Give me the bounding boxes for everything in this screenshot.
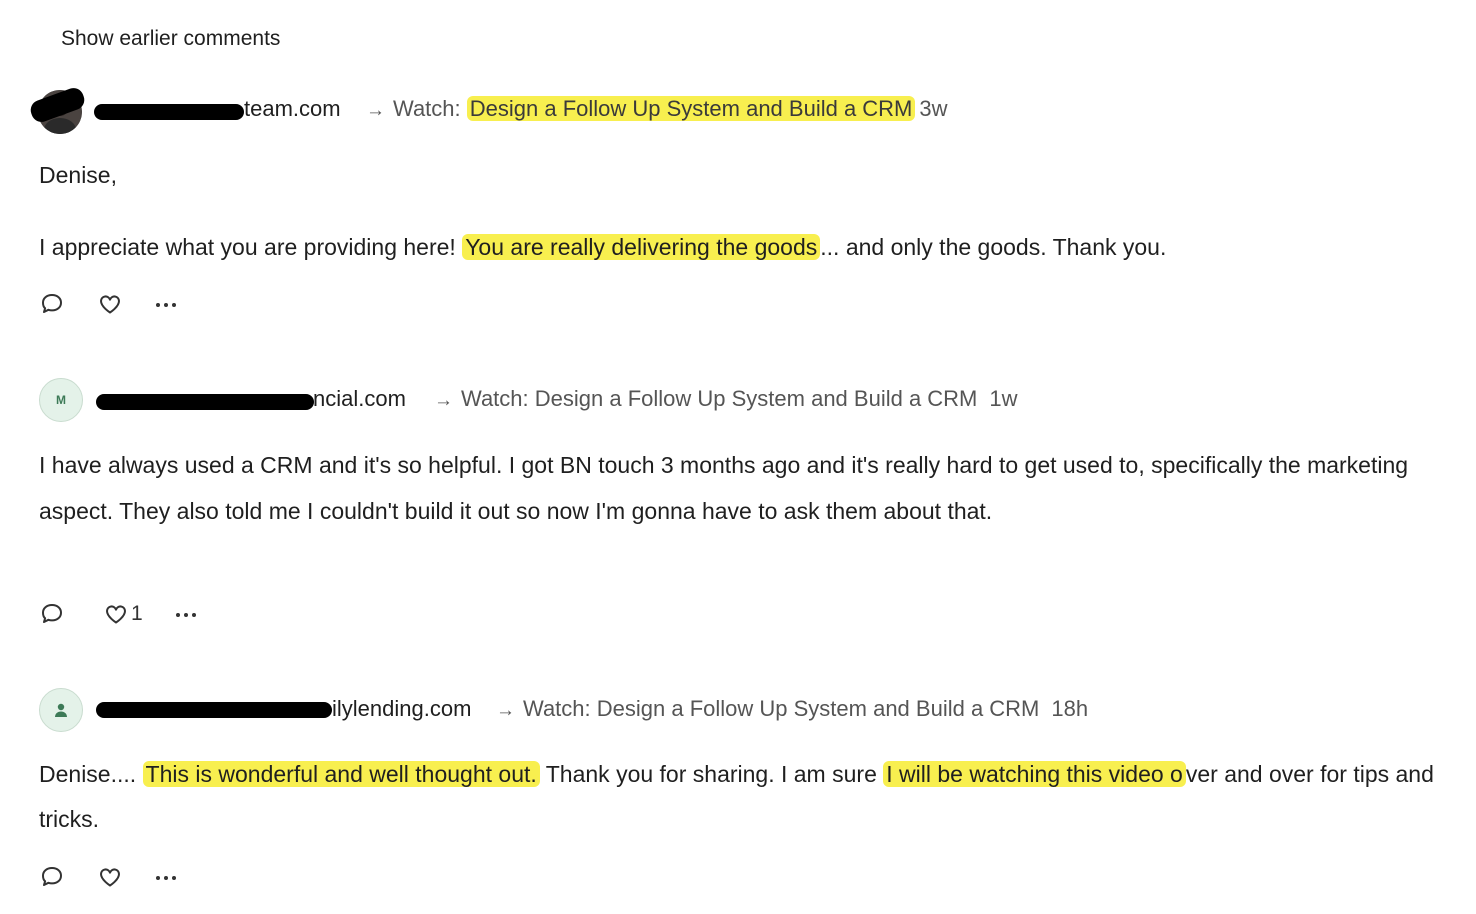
more-options-button[interactable] (153, 291, 179, 317)
reply-button[interactable] (39, 864, 65, 890)
watch-link[interactable]: → Watch: Design a Follow Up System and Bu… (496, 696, 1088, 722)
more-horizontal-icon (156, 303, 176, 307)
redacted-email (94, 104, 244, 120)
arrow-right-icon: → (366, 100, 385, 121)
show-earlier-comments-link[interactable]: Show earlier comments (61, 27, 280, 51)
more-horizontal-icon (156, 876, 176, 880)
heart-icon (100, 295, 120, 314)
text-segment: Thank you for sharing. I am su (539, 761, 857, 787)
redacted-email (96, 394, 314, 410)
like-button[interactable] (97, 291, 123, 317)
more-options-button[interactable] (153, 864, 179, 890)
like-button[interactable]: 1 (103, 601, 143, 627)
reply-icon (42, 867, 62, 886)
text-segment: I appreciate what you are providing here… (39, 234, 463, 260)
watch-title: Design a Follow Up System and Build a CR… (466, 96, 916, 121)
more-options-button[interactable] (173, 601, 199, 627)
highlighted-text: You are really delivering the goods (462, 234, 821, 260)
watch-link[interactable]: → Watch: Design a Follow Up System and Bu… (434, 386, 1018, 412)
heart-icon (100, 868, 120, 887)
comment-time: 3w (919, 96, 948, 121)
comment-body: Denise.... This is wonderful and well th… (39, 752, 1439, 842)
reply-icon (42, 604, 62, 623)
author-email[interactable]: ilylending.com (332, 696, 471, 722)
author-email[interactable]: ncial.com (313, 386, 406, 412)
comment-actions: 1 (39, 599, 199, 629)
text-segment: Denise.... (39, 761, 143, 787)
comment-time: 1w (989, 386, 1018, 411)
watch-link[interactable]: → Watch: Design a Follow Up System and Bu… (366, 96, 948, 122)
redacted-email (96, 702, 332, 718)
avatar[interactable] (39, 688, 83, 732)
like-button[interactable] (97, 864, 123, 890)
author-email[interactable]: team.com (244, 96, 341, 122)
watch-prefix: Watch: (461, 386, 535, 411)
comment-time: 18h (1051, 696, 1089, 721)
watch-title: Design a Follow Up System and Build a CR… (534, 386, 978, 411)
comment-paragraph: I have always used a CRM and it's so hel… (39, 452, 1409, 524)
comment-paragraph: Denise.... This is wonderful and well th… (39, 752, 1439, 842)
comment-greeting: Denise, (39, 162, 117, 188)
highlighted-text: This is wonderful and well thought out. (142, 761, 540, 787)
arrow-right-icon: → (434, 390, 453, 411)
arrow-right-icon: → (496, 700, 515, 721)
watch-prefix: Watch: (523, 696, 597, 721)
text-segment: re (856, 761, 884, 787)
comment-body: I have always used a CRM and it's so hel… (39, 442, 1439, 534)
user-icon (55, 703, 67, 717)
comment-actions (39, 289, 179, 319)
reply-button[interactable] (39, 601, 65, 627)
more-horizontal-icon (175, 613, 196, 617)
avatar[interactable]: M (39, 378, 83, 422)
highlighted-text: I will be watching this video o (883, 761, 1186, 787)
heart-icon (106, 605, 126, 624)
comment-actions (39, 862, 179, 892)
comment-paragraph: I appreciate what you are providing here… (39, 224, 1439, 270)
watch-prefix: Watch: (393, 96, 467, 121)
text-segment: ... and only the goods. Thank you. (820, 234, 1167, 260)
like-count: 1 (131, 602, 143, 625)
reply-icon (42, 294, 62, 313)
comment-body: Denise, I appreciate what you are provid… (39, 152, 1439, 270)
reply-button[interactable] (39, 291, 65, 317)
watch-title: Design a Follow Up System and Build a CR… (596, 696, 1040, 721)
